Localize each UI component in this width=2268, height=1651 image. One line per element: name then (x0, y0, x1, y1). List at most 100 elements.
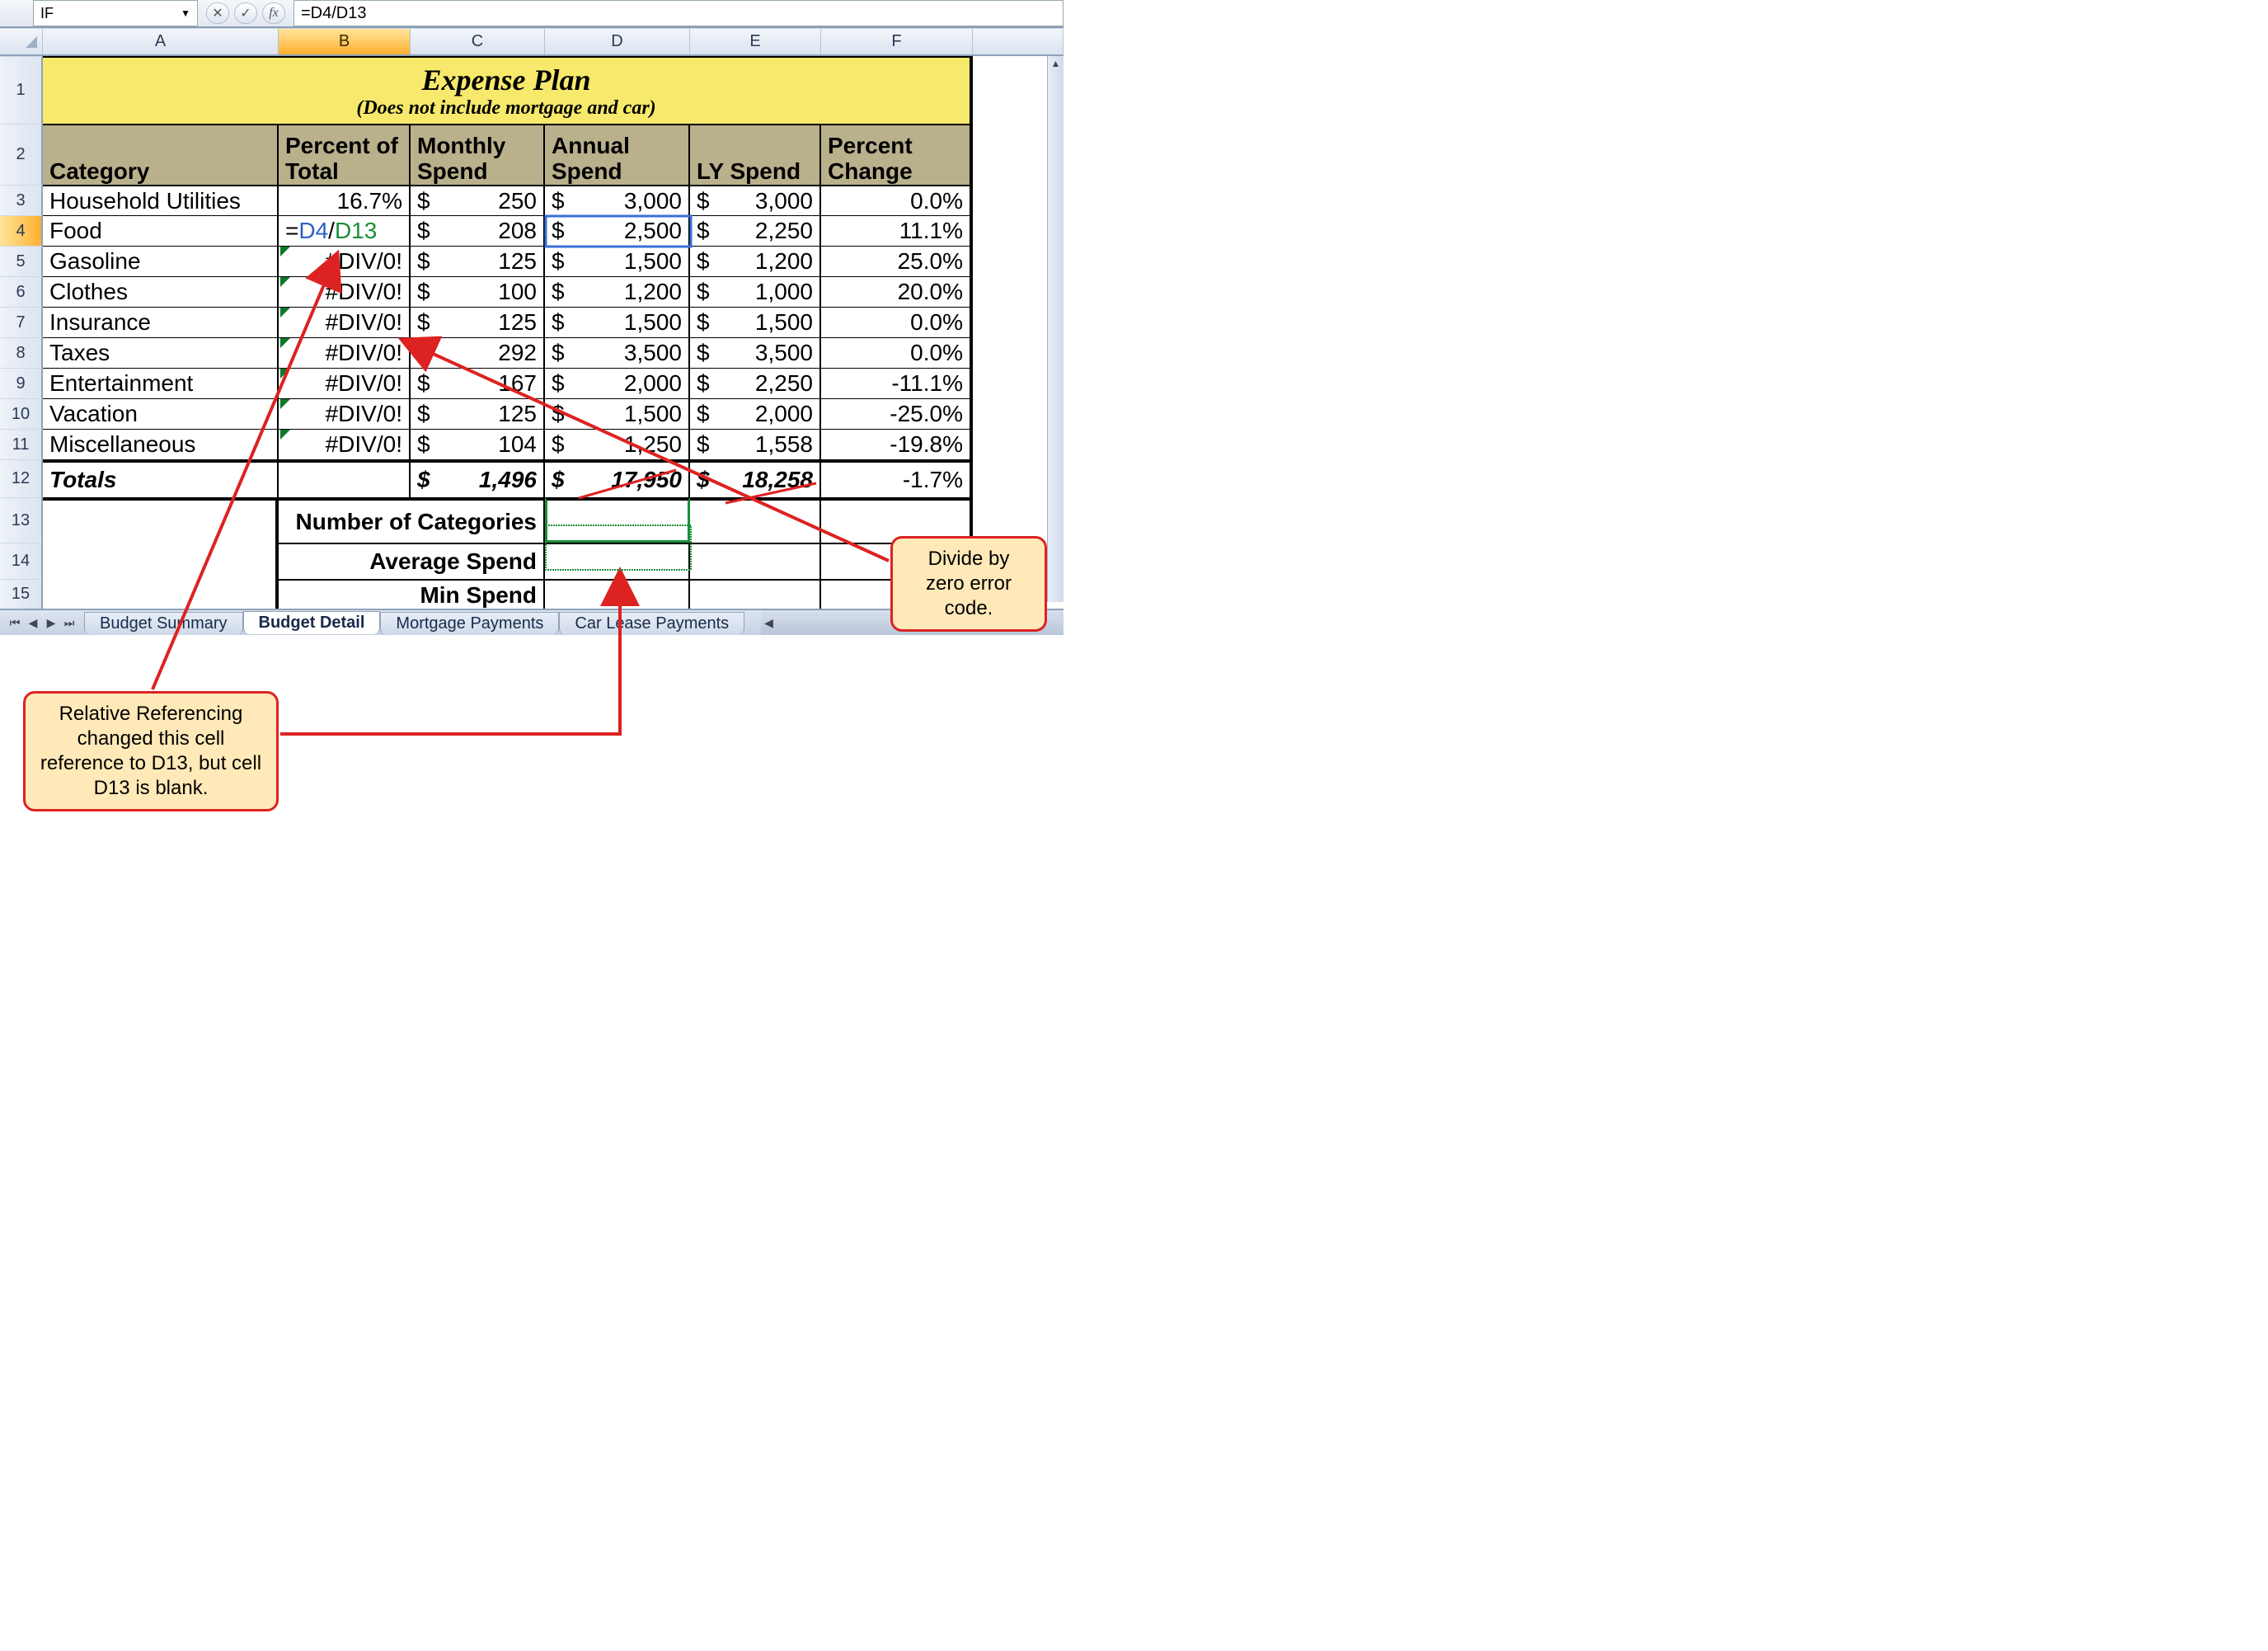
name-box[interactable]: IF ▼ (33, 0, 198, 26)
cell-a13[interactable] (43, 497, 279, 543)
row-header-9[interactable]: 9 (0, 368, 43, 398)
vertical-scrollbar[interactable]: ▲ (1047, 56, 1064, 602)
cell-d14[interactable] (545, 543, 690, 579)
scroll-up-icon[interactable]: ▲ (1048, 56, 1064, 71)
cell-annual[interactable]: $1,200 (545, 276, 690, 307)
cell-pct[interactable]: #DIV/0! (279, 398, 411, 429)
row-header-12[interactable]: 12 (0, 459, 43, 497)
row-header-13[interactable]: 13 (0, 497, 43, 543)
enter-formula-button[interactable]: ✓ (234, 2, 257, 24)
cell-change[interactable]: -19.8% (821, 429, 973, 459)
chevron-down-icon[interactable]: ▼ (181, 7, 190, 19)
sheet-tab[interactable]: Budget Detail (243, 611, 381, 634)
formula-input[interactable]: =D4/D13 (293, 0, 1064, 26)
cell-pct[interactable]: =D4/D13 (279, 215, 411, 246)
hdr-pct-change[interactable]: Percent Change (821, 124, 973, 185)
cell-annual[interactable]: $3,000 (545, 185, 690, 215)
cell-ly[interactable]: $2,000 (690, 398, 821, 429)
cell-category[interactable]: Clothes (43, 276, 279, 307)
totals-annual[interactable]: $17,950 (545, 459, 690, 497)
sheet-tab[interactable]: Mortgage Payments (380, 612, 559, 635)
cell-monthly[interactable]: $100 (411, 276, 545, 307)
cell-monthly[interactable]: $104 (411, 429, 545, 459)
label-avg-spend[interactable]: Average Spend (279, 543, 545, 579)
fx-button[interactable]: fx (262, 2, 285, 24)
cell-change[interactable]: -11.1% (821, 368, 973, 398)
cell-change[interactable]: 0.0% (821, 185, 973, 215)
cell-monthly[interactable]: $250 (411, 185, 545, 215)
cell-a15[interactable] (43, 579, 279, 609)
cell-change[interactable]: 11.1% (821, 215, 973, 246)
cell-pct[interactable]: #DIV/0! (279, 429, 411, 459)
totals-ly[interactable]: $18,258 (690, 459, 821, 497)
cell-monthly[interactable]: $292 (411, 337, 545, 368)
cell-annual[interactable]: $2,500 (545, 215, 690, 246)
cell-d15[interactable] (545, 579, 690, 609)
hdr-ly[interactable]: LY Spend (690, 124, 821, 185)
cell-pct[interactable]: #DIV/0! (279, 276, 411, 307)
hdr-pct-total[interactable]: Percent of Total (279, 124, 411, 185)
tab-next-icon[interactable]: ▶ (43, 616, 59, 630)
hdr-category[interactable]: Category (43, 124, 279, 185)
totals-monthly[interactable]: $1,496 (411, 459, 545, 497)
select-all-corner[interactable] (0, 29, 43, 54)
row-header-8[interactable]: 8 (0, 337, 43, 368)
col-header-f[interactable]: F (821, 29, 973, 54)
row-header-7[interactable]: 7 (0, 307, 43, 337)
cell-e13[interactable] (690, 497, 821, 543)
cell-category[interactable]: Household Utilities (43, 185, 279, 215)
cell-monthly[interactable]: $125 (411, 398, 545, 429)
row-header-5[interactable]: 5 (0, 246, 43, 276)
row-header-15[interactable]: 15 (0, 579, 43, 609)
sheet-tab[interactable]: Car Lease Payments (559, 612, 744, 635)
cell-d13[interactable] (545, 497, 690, 543)
cell-ly[interactable]: $3,000 (690, 185, 821, 215)
cell-category[interactable]: Taxes (43, 337, 279, 368)
cell-change[interactable]: 20.0% (821, 276, 973, 307)
cancel-formula-button[interactable]: ✕ (206, 2, 229, 24)
row-header-14[interactable]: 14 (0, 543, 43, 579)
cell-ly[interactable]: $1,000 (690, 276, 821, 307)
cell-category[interactable]: Insurance (43, 307, 279, 337)
cell-change[interactable]: 25.0% (821, 246, 973, 276)
cell-annual[interactable]: $1,500 (545, 246, 690, 276)
cell-pct[interactable]: #DIV/0! (279, 307, 411, 337)
cell-annual[interactable]: $1,500 (545, 398, 690, 429)
cell-change[interactable]: -25.0% (821, 398, 973, 429)
totals-label[interactable]: Totals (43, 459, 279, 497)
totals-b[interactable] (279, 459, 411, 497)
cell-annual[interactable]: $1,250 (545, 429, 690, 459)
row-header-11[interactable]: 11 (0, 429, 43, 459)
row-header-6[interactable]: 6 (0, 276, 43, 307)
cell-category[interactable]: Gasoline (43, 246, 279, 276)
cell-ly[interactable]: $3,500 (690, 337, 821, 368)
cell-e15[interactable] (690, 579, 821, 609)
col-header-b[interactable]: B (279, 29, 411, 54)
cell-change[interactable]: 0.0% (821, 307, 973, 337)
row-header-4[interactable]: 4 (0, 215, 43, 246)
cell-e14[interactable] (690, 543, 821, 579)
row-header-1[interactable]: 1 (0, 56, 43, 124)
label-num-categories[interactable]: Number of Categories (279, 497, 545, 543)
hdr-monthly[interactable]: Monthly Spend (411, 124, 545, 185)
row-header-3[interactable]: 3 (0, 185, 43, 215)
cell-category[interactable]: Miscellaneous (43, 429, 279, 459)
cell-annual[interactable]: $3,500 (545, 337, 690, 368)
tab-last-icon[interactable]: ⏭ (61, 616, 77, 630)
cell-pct[interactable]: #DIV/0! (279, 246, 411, 276)
cell-ly[interactable]: $2,250 (690, 215, 821, 246)
cell-monthly[interactable]: $125 (411, 307, 545, 337)
cell-monthly[interactable]: $208 (411, 215, 545, 246)
cell-annual[interactable]: $2,000 (545, 368, 690, 398)
col-header-a[interactable]: A (43, 29, 279, 54)
cell-change[interactable]: 0.0% (821, 337, 973, 368)
cell-a14[interactable] (43, 543, 279, 579)
sheet-tab[interactable]: Budget Summary (84, 612, 243, 635)
cell-category[interactable]: Food (43, 215, 279, 246)
cell-annual[interactable]: $1,500 (545, 307, 690, 337)
cell-category[interactable]: Vacation (43, 398, 279, 429)
cell-ly[interactable]: $1,200 (690, 246, 821, 276)
label-min-spend[interactable]: Min Spend (279, 579, 545, 609)
cell-monthly[interactable]: $125 (411, 246, 545, 276)
cell-category[interactable]: Entertainment (43, 368, 279, 398)
